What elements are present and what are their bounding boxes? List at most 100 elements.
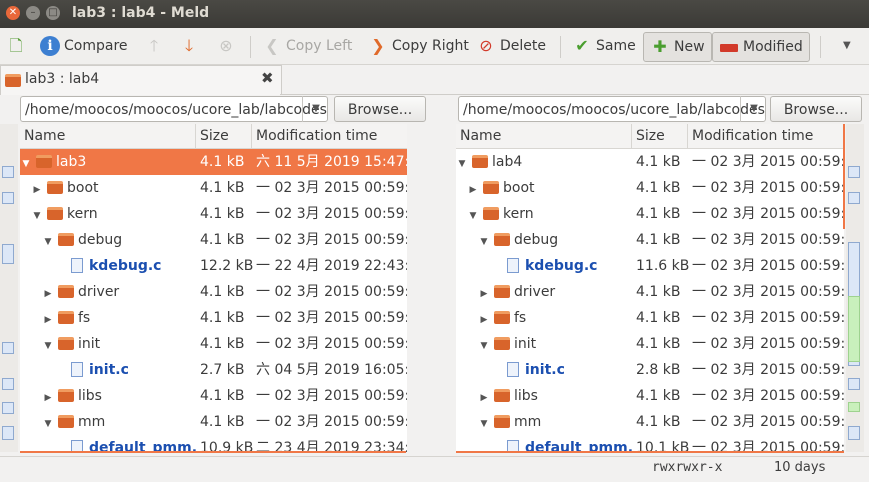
tree-row[interactable]: ▶ libs 4.1 kB 一 02 3月 2015 00:59:39 — [20, 383, 407, 409]
tree-row[interactable]: init.c 2.7 kB 六 04 5月 2019 16:05:00 — [20, 357, 407, 383]
tree-row[interactable]: ▶ fs 4.1 kB 一 02 3月 2015 00:59:39 — [456, 305, 844, 331]
window-close-button[interactable]: ✕ — [6, 6, 20, 20]
tree-row[interactable]: init.c 2.8 kB 一 02 3月 2015 00:59:39 — [456, 357, 844, 383]
left-browse-button[interactable]: Browse... — [334, 96, 426, 122]
expander-collapsed-icon[interactable]: ▶ — [31, 177, 43, 201]
name-cell: kdebug.c — [53, 253, 196, 279]
tree-row[interactable]: ▼ lab4 4.1 kB 一 02 3月 2015 00:59:39 — [456, 149, 844, 175]
right-file-tree[interactable]: Name Size Modification time ▼ lab4 4.1 kB 一… — [456, 124, 844, 452]
copy-left-button[interactable]: ❮ Copy Left — [262, 32, 352, 60]
chevron-down-icon: ▼ — [750, 103, 758, 114]
mtime-cell: 一 02 3月 2015 00:59:39 — [692, 206, 844, 222]
filter-same-toggle[interactable]: ✔ Same — [572, 32, 635, 60]
expander-expanded-icon[interactable]: ▼ — [478, 333, 490, 357]
expander-expanded-icon[interactable]: ▼ — [20, 151, 32, 175]
column-header-size[interactable]: Size — [196, 124, 252, 148]
expander-expanded-icon[interactable]: ▼ — [456, 151, 468, 175]
tree-row[interactable]: ▼ lab3 4.1 kB 六 11 5月 2019 15:47:50 — [20, 149, 407, 175]
stop-icon: ⊗ — [219, 36, 233, 55]
column-header-mtime[interactable]: Modification time — [252, 124, 407, 148]
filter-modified-toggle[interactable]: Modified — [712, 32, 810, 62]
right-overview-gutter[interactable] — [846, 124, 864, 452]
tree-row[interactable]: kdebug.c 12.2 kB一 22 4月 2019 22:43:30 — [20, 253, 407, 279]
mtime-cell: 一 02 3月 2015 00:59:39 — [692, 310, 844, 326]
mtime-cell: 一 02 3月 2015 00:59:39 — [692, 362, 844, 378]
change-marker — [848, 426, 860, 440]
expander-collapsed-icon[interactable]: ▶ — [478, 385, 490, 409]
size-cell: 4.1 kB — [636, 310, 681, 326]
window-maximize-button[interactable]: □ — [46, 6, 60, 20]
tree-row[interactable]: ▼ init 4.1 kB 一 02 3月 2015 00:59:39 — [20, 331, 407, 357]
tree-row[interactable]: ▼ init 4.1 kB 一 02 3月 2015 00:59:39 — [456, 331, 844, 357]
new-comparison-button[interactable]: 🗋 — [6, 32, 30, 60]
delete-button[interactable]: ⊘ Delete — [476, 32, 546, 60]
tree-row[interactable]: ▼ debug 4.1 kB 一 02 3月 2015 00:59:39 — [456, 227, 844, 253]
expander-expanded-icon[interactable]: ▼ — [42, 229, 54, 253]
left-file-tree[interactable]: Name Size Modification time ▼ lab3 4.1 kB 六… — [20, 124, 407, 452]
right-path-combo[interactable]: /home/moocos/moocos/ucore_lab/labcodes/l… — [458, 96, 766, 122]
tree-row[interactable]: ▼ mm 4.1 kB 一 02 3月 2015 00:59:39 — [20, 409, 407, 435]
toolbar-separator — [560, 36, 561, 58]
expander-expanded-icon[interactable]: ▼ — [42, 333, 54, 357]
previous-change-button[interactable]: 🡑 — [144, 32, 168, 60]
tree-row[interactable]: ▼ kern 4.1 kB 一 02 3月 2015 00:59:39 — [456, 201, 844, 227]
expander-collapsed-icon[interactable]: ▶ — [467, 177, 479, 201]
expander-expanded-icon[interactable]: ▼ — [478, 229, 490, 253]
change-marker — [2, 426, 14, 440]
size-cell: 12.2 kB — [200, 258, 254, 274]
toolbar-overflow-button[interactable]: ▼ — [843, 32, 851, 60]
expander-expanded-icon[interactable]: ▼ — [42, 411, 54, 435]
change-marker — [848, 166, 860, 178]
copy-right-button[interactable]: ❯ Copy Right — [368, 32, 469, 60]
expander-expanded-icon[interactable]: ▼ — [467, 203, 479, 227]
compare-button[interactable]: i Compare — [40, 32, 128, 60]
left-path-combo[interactable]: /home/moocos/moocos/ucore_lab/labcodes/l… — [20, 96, 328, 122]
item-name: lab4 — [492, 154, 523, 170]
filter-new-toggle[interactable]: ✚ New — [643, 32, 712, 62]
tree-row[interactable]: kdebug.c 11.6 kB一 02 3月 2015 00:59:39 — [456, 253, 844, 279]
tree-row[interactable]: ▶ boot 4.1 kB 一 02 3月 2015 00:59:39 — [456, 175, 844, 201]
name-cell: ▶ driver — [42, 279, 196, 305]
tab-label: lab3 : lab4 — [25, 71, 100, 87]
left-path-dropdown[interactable]: ▼ — [302, 96, 329, 122]
expander-collapsed-icon[interactable]: ▶ — [42, 281, 54, 305]
tree-row[interactable]: default_pmm.c 10.9 kB二 23 4月 2019 23:34:5… — [20, 435, 407, 452]
tree-row[interactable]: ▶ fs 4.1 kB 一 02 3月 2015 00:59:39 — [20, 305, 407, 331]
expander-expanded-icon[interactable]: ▼ — [31, 203, 43, 227]
item-name: lab3 — [56, 154, 87, 170]
left-scroll-indicator — [20, 451, 406, 453]
tree-row[interactable]: ▼ debug 4.1 kB 一 02 3月 2015 00:59:39 — [20, 227, 407, 253]
tree-row[interactable]: ▶ driver 4.1 kB 一 02 3月 2015 00:59:39 — [456, 279, 844, 305]
tree-row[interactable]: ▶ libs 4.1 kB 一 02 3月 2015 00:59:39 — [456, 383, 844, 409]
right-path-dropdown[interactable]: ▼ — [740, 96, 767, 122]
column-header-name[interactable]: Name — [20, 124, 196, 148]
expander-collapsed-icon[interactable]: ▶ — [42, 307, 54, 331]
new-label: New — [674, 39, 705, 55]
stop-button[interactable]: ⊗ — [216, 32, 240, 60]
column-header-name[interactable]: Name — [456, 124, 632, 148]
column-header-size[interactable]: Size — [632, 124, 688, 148]
expander-expanded-icon[interactable]: ▼ — [478, 411, 490, 435]
expander-collapsed-icon[interactable]: ▶ — [478, 307, 490, 331]
left-tree-rows: ▼ lab3 4.1 kB 六 11 5月 2019 15:47:50 ▶ boot 4.1… — [20, 149, 407, 452]
expander-collapsed-icon[interactable]: ▶ — [478, 281, 490, 305]
folder-icon — [494, 336, 510, 350]
tab-close-icon[interactable]: ✖ — [261, 69, 274, 87]
tree-row[interactable]: ▶ driver 4.1 kB 一 02 3月 2015 00:59:39 — [20, 279, 407, 305]
window-minimize-button[interactable]: – — [26, 6, 40, 20]
item-name: debug — [78, 232, 123, 248]
left-overview-gutter[interactable] — [0, 124, 18, 452]
tree-row[interactable]: ▼ kern 4.1 kB 一 02 3月 2015 00:59:39 — [20, 201, 407, 227]
item-name: libs — [78, 388, 102, 404]
tree-row[interactable]: default_pmm.c 10.1 kB一 02 3月 2015 00:59:3… — [456, 435, 844, 452]
next-change-button[interactable]: 🡓 — [179, 32, 203, 60]
tree-row[interactable]: ▼ mm 4.1 kB 一 02 3月 2015 00:59:39 — [456, 409, 844, 435]
column-header-mtime[interactable]: Modification time — [688, 124, 844, 148]
item-name: fs — [78, 310, 91, 326]
tab-lab3-lab4[interactable]: lab3 : lab4 ✖ — [0, 65, 282, 95]
expander-collapsed-icon[interactable]: ▶ — [42, 385, 54, 409]
change-marker — [2, 402, 14, 414]
name-cell: ▶ libs — [42, 383, 196, 409]
right-browse-button[interactable]: Browse... — [770, 96, 862, 122]
tree-row[interactable]: ▶ boot 4.1 kB 一 02 3月 2015 00:59:39 — [20, 175, 407, 201]
